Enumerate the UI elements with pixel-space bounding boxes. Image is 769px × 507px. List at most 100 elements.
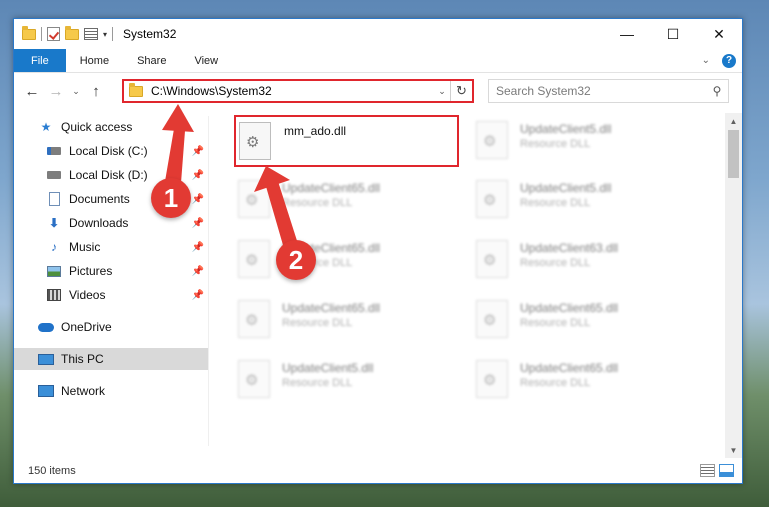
tiles-view-icon[interactable] [719, 464, 734, 477]
refresh-icon[interactable]: ↻ [450, 81, 472, 101]
scroll-down-icon[interactable]: ▼ [725, 442, 742, 458]
dll-file-icon [238, 180, 270, 218]
toolbar-dropdown-icon[interactable]: ▾ [103, 30, 107, 39]
expand-ribbon-icon[interactable]: ⌄ [702, 55, 710, 66]
item-count: 150 items [28, 465, 76, 477]
address-bar[interactable]: C:\Windows\System32 ⌄ ↻ [122, 79, 474, 103]
file-tile[interactable]: UpdateClient65.dll Resource DLL [234, 294, 459, 346]
ribbon-right-controls: ⌄ ? [702, 49, 742, 72]
minimize-button[interactable]: — [604, 19, 650, 49]
customize-toolbar-icon[interactable] [84, 28, 98, 40]
sidebar-item-music[interactable]: ♪ Music 📌 [14, 236, 208, 258]
sidebar-item-pictures[interactable]: Pictures 📌 [14, 260, 208, 282]
file-name: UpdateClient65.dll [520, 301, 619, 315]
properties-check-icon[interactable] [47, 27, 60, 41]
scroll-thumb[interactable] [728, 130, 739, 178]
file-tile[interactable]: UpdateClient65.dll Resource DLL [472, 354, 697, 406]
pin-icon[interactable]: 📌 [192, 194, 204, 205]
dll-file-icon [476, 180, 508, 218]
maximize-button[interactable]: ☐ [650, 19, 696, 49]
star-icon: ★ [40, 120, 52, 134]
file-list: mm_ado.dll UpdateClient5.dll Resource DL… [214, 113, 724, 458]
dll-file-icon [476, 240, 508, 278]
folder-icon [129, 82, 143, 97]
pin-icon[interactable]: 📌 [192, 218, 204, 229]
sidebar-item-this-pc[interactable]: This PC [14, 348, 208, 370]
vertical-scrollbar[interactable]: ▲ ▼ [725, 113, 742, 458]
pin-icon[interactable]: 📌 [192, 242, 204, 253]
sidebar-item-quick-access[interactable]: ★ Quick access [14, 116, 208, 138]
file-tile[interactable]: UpdateClient63.dll Resource DLL [472, 234, 697, 286]
address-path[interactable]: C:\Windows\System32 [151, 84, 434, 98]
dll-file-icon [239, 122, 271, 160]
file-type: Resource DLL [520, 377, 591, 389]
forward-button[interactable]: → [44, 83, 68, 100]
view-buttons [700, 464, 734, 477]
toolbar-separator [41, 27, 42, 41]
file-name: mm_ado.dll [284, 124, 347, 138]
back-button[interactable]: ← [20, 83, 44, 100]
address-dropdown-icon[interactable]: ⌄ [434, 86, 450, 97]
navigation-pane: ★ Quick access Local Disk (C:) 📌 Local D… [14, 116, 208, 446]
dll-file-icon [238, 240, 270, 278]
drive-icon [46, 144, 62, 158]
search-input[interactable]: Search System32 [496, 84, 706, 98]
pin-icon[interactable]: 📌 [192, 290, 204, 301]
file-tile[interactable]: UpdateClient5.dll Resource DLL [472, 174, 697, 226]
up-button[interactable]: ↑ [84, 83, 108, 100]
file-type: Resource DLL [520, 257, 591, 269]
file-tile[interactable]: UpdateClient5.dll Resource DLL [472, 115, 697, 167]
dll-file-icon [476, 360, 508, 398]
sidebar-item-onedrive[interactable]: OneDrive [14, 316, 208, 338]
file-name: UpdateClient65.dll [282, 301, 381, 315]
tab-home[interactable]: Home [66, 49, 123, 72]
file-tile-mm-ado[interactable]: mm_ado.dll [234, 115, 459, 167]
file-type: Resource DLL [520, 317, 591, 329]
file-tile[interactable]: UpdateClient65.dll Resource DLL [234, 234, 459, 286]
help-icon[interactable]: ? [722, 53, 736, 68]
step-1-badge: 1 [151, 178, 191, 218]
sidebar-item-label: Local Disk (C:) [69, 144, 148, 158]
file-name: UpdateClient5.dll [282, 361, 374, 375]
search-box[interactable]: Search System32 ⚲ [488, 79, 729, 103]
download-icon: ⬇ [48, 216, 60, 230]
recent-locations-icon[interactable]: ⌄ [68, 86, 84, 97]
sidebar-item-label: Quick access [61, 120, 133, 134]
file-name: UpdateClient63.dll [520, 241, 619, 255]
sidebar-item-label: Pictures [69, 264, 113, 278]
pin-icon[interactable]: 📌 [192, 146, 204, 157]
search-icon[interactable]: ⚲ [706, 84, 728, 98]
folder-icon[interactable] [22, 25, 36, 40]
step-2-badge: 2 [276, 240, 316, 280]
file-name: UpdateClient5.dll [520, 181, 612, 195]
document-icon [46, 192, 62, 206]
tab-file[interactable]: File [14, 49, 66, 72]
sidebar-item-local-disk-c[interactable]: Local Disk (C:) 📌 [14, 140, 208, 162]
tab-share[interactable]: Share [123, 49, 180, 72]
file-type: Resource DLL [282, 377, 353, 389]
new-folder-icon[interactable] [65, 25, 79, 40]
pin-icon[interactable]: 📌 [192, 170, 204, 181]
tab-view[interactable]: View [180, 49, 232, 72]
file-type: Resource DLL [520, 138, 591, 150]
file-explorer-window: ▾ System32 — ☐ ✕ File Home Share View ⌄ … [13, 18, 743, 484]
dll-file-icon [476, 121, 508, 159]
sidebar-item-network[interactable]: Network [14, 380, 208, 402]
computer-icon [38, 352, 54, 366]
sidebar-item-videos[interactable]: Videos 📌 [14, 284, 208, 306]
details-view-icon[interactable] [700, 464, 715, 477]
file-name: UpdateClient65.dll [282, 181, 381, 195]
file-type: Resource DLL [282, 317, 353, 329]
scroll-up-icon[interactable]: ▲ [725, 113, 742, 129]
window-controls: — ☐ ✕ [604, 19, 742, 49]
file-tile[interactable]: UpdateClient65.dll Resource DLL [234, 174, 459, 226]
sidebar-item-label: This PC [61, 352, 104, 366]
close-button[interactable]: ✕ [696, 19, 742, 49]
file-tile[interactable]: UpdateClient5.dll Resource DLL [234, 354, 459, 406]
file-tile[interactable]: UpdateClient65.dll Resource DLL [472, 294, 697, 346]
title-bar: ▾ System32 — ☐ ✕ [14, 19, 742, 49]
sidebar-item-label: Downloads [69, 216, 129, 230]
pin-icon[interactable]: 📌 [192, 266, 204, 277]
pane-divider[interactable] [208, 116, 209, 446]
toolbar-separator [112, 27, 114, 41]
